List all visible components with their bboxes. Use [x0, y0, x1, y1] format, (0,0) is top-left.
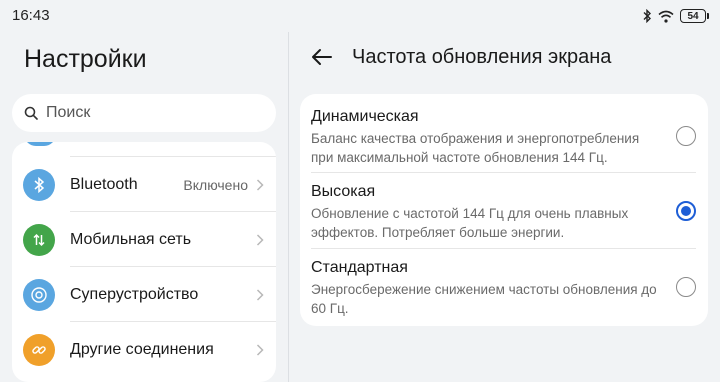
sidebar-item-super-device[interactable]: Суперустройство: [12, 267, 276, 322]
search-input[interactable]: Поиск: [12, 94, 276, 132]
chevron-right-icon: [256, 343, 264, 356]
search-placeholder: Поиск: [46, 104, 91, 121]
search-icon: [24, 106, 38, 120]
status-icons: 54: [642, 8, 709, 24]
sidebar-item-label: Суперустройство: [70, 285, 199, 303]
option-standard[interactable]: Стандартная Энергосбережение снижением ч…: [300, 249, 708, 326]
option-description: Баланс качества отображения и энергопотр…: [311, 131, 640, 165]
page-title: Настройки: [24, 45, 147, 73]
sidebar-item-label: Другие соединения: [70, 340, 214, 358]
wifi-icon: [658, 10, 674, 23]
radio-button[interactable]: [676, 126, 696, 146]
status-bar: 16:43 54: [0, 0, 720, 32]
bluetooth-icon: [643, 9, 651, 23]
link-icon: [23, 333, 55, 366]
mobile-data-icon: [23, 223, 55, 256]
radio-button-selected[interactable]: [676, 201, 696, 221]
option-description: Обновление с частотой 144 Гц для очень п…: [311, 206, 629, 240]
pane-divider: [288, 32, 289, 382]
sidebar-item-value: Включено: [183, 176, 248, 193]
partial-item-icon: [24, 142, 56, 146]
back-arrow-icon[interactable]: [310, 45, 334, 69]
option-title: Стандартная: [311, 259, 408, 276]
sidebar-item-other-connections[interactable]: Другие соединения: [12, 322, 276, 377]
settings-list: Bluetooth Включено Мобильная сеть Суперу…: [12, 142, 276, 382]
option-high[interactable]: Высокая Обновление с частотой 144 Гц для…: [300, 173, 708, 248]
battery-icon: 54: [680, 9, 709, 23]
bluetooth-icon: [23, 168, 55, 201]
sidebar-item-mobile-network[interactable]: Мобильная сеть: [12, 212, 276, 267]
sidebar-item-label: Bluetooth: [70, 175, 138, 193]
super-device-icon: [23, 278, 55, 311]
option-description: Энергосбережение снижением частоты обнов…: [311, 282, 657, 316]
status-time: 16:43: [12, 7, 50, 24]
sidebar-item-bluetooth[interactable]: Bluetooth Включено: [12, 157, 276, 212]
radio-button[interactable]: [676, 277, 696, 297]
option-title: Высокая: [311, 183, 376, 200]
chevron-right-icon: [256, 178, 264, 191]
detail-title: Частота обновления экрана: [352, 45, 612, 68]
detail-header: Частота обновления экрана: [310, 45, 611, 69]
option-title: Динамическая: [311, 108, 419, 125]
option-dynamic[interactable]: Динамическая Баланс качества отображения…: [300, 94, 708, 172]
chevron-right-icon: [256, 233, 264, 246]
settings-sidebar: Настройки Поиск Bluetooth Включено Мобил…: [0, 32, 288, 382]
sidebar-item-label: Мобильная сеть: [70, 230, 192, 248]
refresh-rate-options: Динамическая Баланс качества отображения…: [300, 94, 708, 326]
chevron-right-icon: [256, 288, 264, 301]
